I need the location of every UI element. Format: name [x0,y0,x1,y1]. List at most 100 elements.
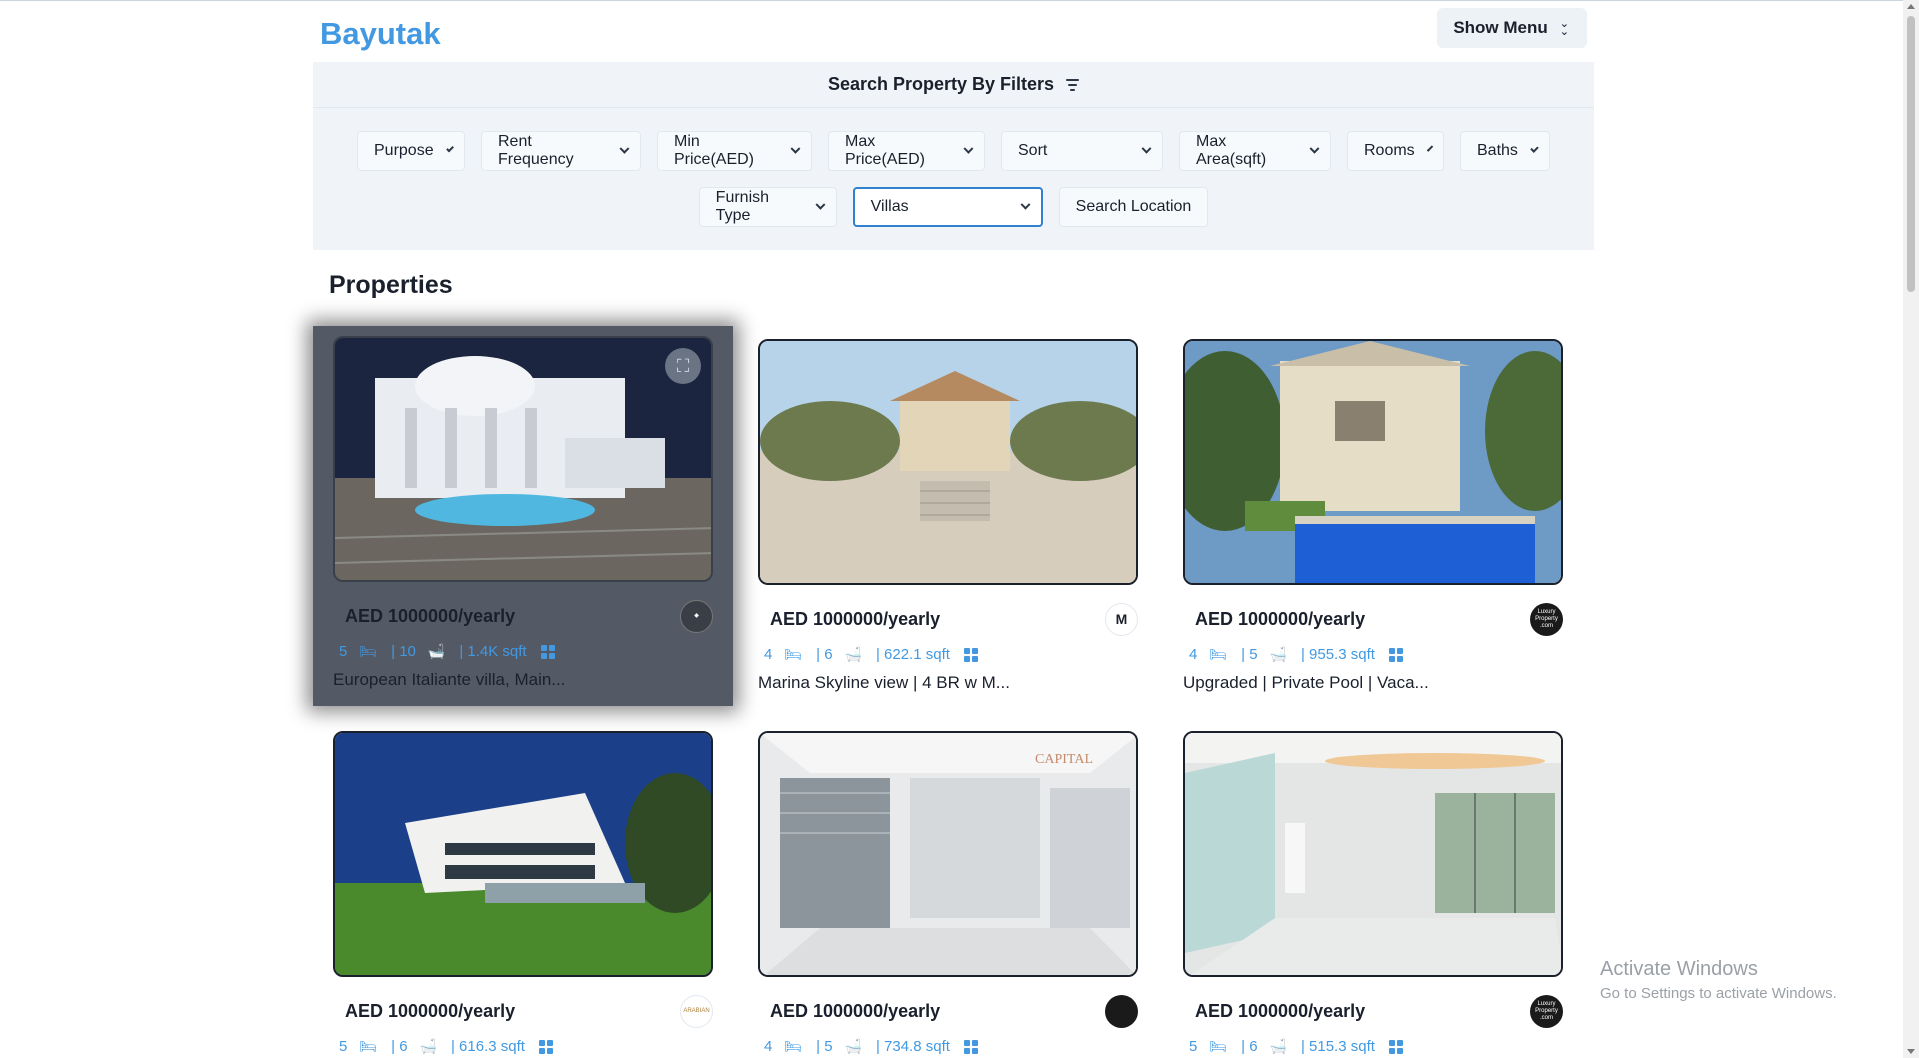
property-image[interactable]: CAPITAL [758,731,1138,977]
property-card[interactable]: AED 1000000/yearly Luxury Property .com … [1183,731,1563,1055]
property-stats: 5 🛏 | 6 🛁 | 616.3 sqft [333,1038,713,1055]
property-title[interactable]: Upgraded | Private Pool | Vaca... [1183,673,1563,693]
property-image[interactable]: ⛶ [333,336,713,582]
top-border [0,0,1919,1]
chevron-down-icon [815,199,826,210]
svg-text:CAPITAL: CAPITAL [1035,752,1093,767]
chevron-down-icon [1141,143,1152,154]
furnish-type-select[interactable]: Furnish Type [698,187,837,227]
category-select[interactable]: Villas [852,187,1043,227]
bath-icon: 🛁 [844,1038,862,1054]
agency-logo: ARABIAN [680,995,713,1028]
bed-icon: 🛏 [1209,646,1228,662]
area-grid-icon [963,1039,978,1054]
agency-logo: M [1105,603,1138,636]
sort-select[interactable]: Sort [1001,131,1163,171]
filter-panel-title: Search Property By Filters [827,74,1055,94]
min-price-select[interactable]: Min Price(AED) [657,131,812,171]
agency-logo: Luxury Property .com [1530,995,1563,1028]
max-price-select[interactable]: Max Price(AED) [828,131,985,171]
property-image[interactable] [333,731,713,977]
search-location-button[interactable]: Search Location [1058,187,1209,227]
navbar: Bayutak Show Menu ⌄ ⌄ [313,8,1587,60]
scroll-down-arrow-icon[interactable] [1907,1049,1915,1054]
rooms-count: 5 [339,1038,348,1055]
property-price: AED 1000000/yearly [1195,609,1366,629]
bed-icon: 🛏 [784,1038,803,1054]
property-price: AED 1000000/yearly [345,606,516,626]
show-menu-button[interactable]: Show Menu ⌄ ⌄ [1437,8,1587,48]
property-price: AED 1000000/yearly [1195,1001,1366,1021]
property-image[interactable] [1183,339,1563,585]
chevron-down-icon [619,143,630,154]
properties-heading: Properties [329,271,453,299]
area-grid-icon [538,1039,553,1054]
scrollbar-thumb[interactable] [1907,16,1915,292]
logo[interactable]: Bayutak [320,16,441,52]
chevron-down-icon [1309,143,1320,154]
max-area-select[interactable]: Max Area(sqft) [1179,131,1331,171]
property-price: AED 1000000/yearly [345,1001,516,1021]
filter-row-2: Furnish Type Villas Search Location [313,187,1594,227]
rooms-count: 5 [339,643,348,660]
property-title[interactable]: European Italiante villa, Main... [333,670,713,690]
property-card[interactable]: AED 1000000/yearly Luxury Property .com … [1183,339,1563,693]
rooms-count: 5 [1189,1038,1198,1055]
filter-panel-header: Search Property By Filters [313,62,1594,108]
property-card[interactable]: CAPITAL AED 1000000/yearly 4 🛏 | 5 🛁 | 7… [758,731,1138,1055]
area-value: | 955.3 sqft [1300,646,1375,663]
property-image[interactable] [1183,731,1563,977]
chevron-down-icon [963,143,974,153]
chevron-down-icon [445,144,454,153]
agency-logo: Luxury Property .com [1530,603,1563,636]
windows-activation-watermark: Activate Windows Go to Settings to activ… [1600,958,1837,1002]
agency-logo: ◆ [680,600,713,633]
bath-icon: 🛁 [1269,1038,1287,1054]
purpose-select[interactable]: Purpose [357,131,465,171]
page-scrollbar[interactable] [1903,0,1919,1058]
chevron-down-icon [1530,143,1539,153]
baths-count: | 6 [1241,1038,1258,1055]
property-card[interactable]: AED 1000000/yearly ARABIAN 5 🛏 | 6 🛁 | 6… [333,731,713,1055]
bath-icon: 🛁 [427,643,446,659]
property-card[interactable]: ⛶ AED 1000000/yearly ◆ 5 🛏 | 10 🛁 | 1.4K… [313,326,733,706]
baths-count: | 6 [391,1038,408,1055]
area-value: | 515.3 sqft [1300,1038,1375,1055]
watermark-line-2: Go to Settings to activate Windows. [1600,985,1837,1002]
agency-logo [1105,995,1138,1028]
watermark-line-1: Activate Windows [1600,958,1758,980]
property-title[interactable]: Marina Skyline view | 4 BR w M... [758,673,1138,693]
area-grid-icon [1388,647,1403,662]
filter-icon [1066,78,1080,91]
area-value: | 616.3 sqft [450,1038,525,1055]
bed-icon: 🛏 [1209,1038,1228,1054]
baths-count: | 5 [816,1038,833,1055]
property-stats: 4 🛏 | 5 🛁 | 955.3 sqft [1183,646,1563,663]
bath-icon: 🛁 [419,1038,437,1054]
rooms-count: 4 [1189,646,1198,663]
show-menu-label: Show Menu [1453,18,1548,37]
scan-icon[interactable]: ⛶ [665,348,701,384]
bath-icon: 🛁 [1269,646,1287,662]
property-stats: 4 🛏 | 5 🛁 | 734.8 sqft [758,1038,1138,1055]
chevron-down-icon [1020,199,1031,210]
area-value: | 734.8 sqft [875,1038,950,1055]
scroll-up-arrow-icon[interactable] [1907,4,1915,9]
baths-count: | 10 [391,643,416,660]
property-stats: 4 🛏 | 6 🛁 | 622.1 sqft [758,646,1138,663]
rooms-select[interactable]: Rooms [1347,131,1444,171]
property-price: AED 1000000/yearly [770,609,941,629]
chevron-down-icon [1426,144,1434,152]
rooms-count: 4 [764,1038,773,1055]
property-price: AED 1000000/yearly [770,1001,941,1021]
bed-icon: 🛏 [359,643,378,659]
rooms-count: 4 [764,646,773,663]
area-value: | 622.1 sqft [875,646,950,663]
property-card[interactable]: AED 1000000/yearly M 4 🛏 | 6 🛁 | 622.1 s… [758,339,1138,693]
baths-select[interactable]: Baths [1460,131,1550,171]
baths-count: | 6 [816,646,833,663]
area-grid-icon [540,644,555,659]
bed-icon: 🛏 [359,1038,378,1054]
property-image[interactable] [758,339,1138,585]
rent-frequency-select[interactable]: Rent Frequency [481,131,641,171]
